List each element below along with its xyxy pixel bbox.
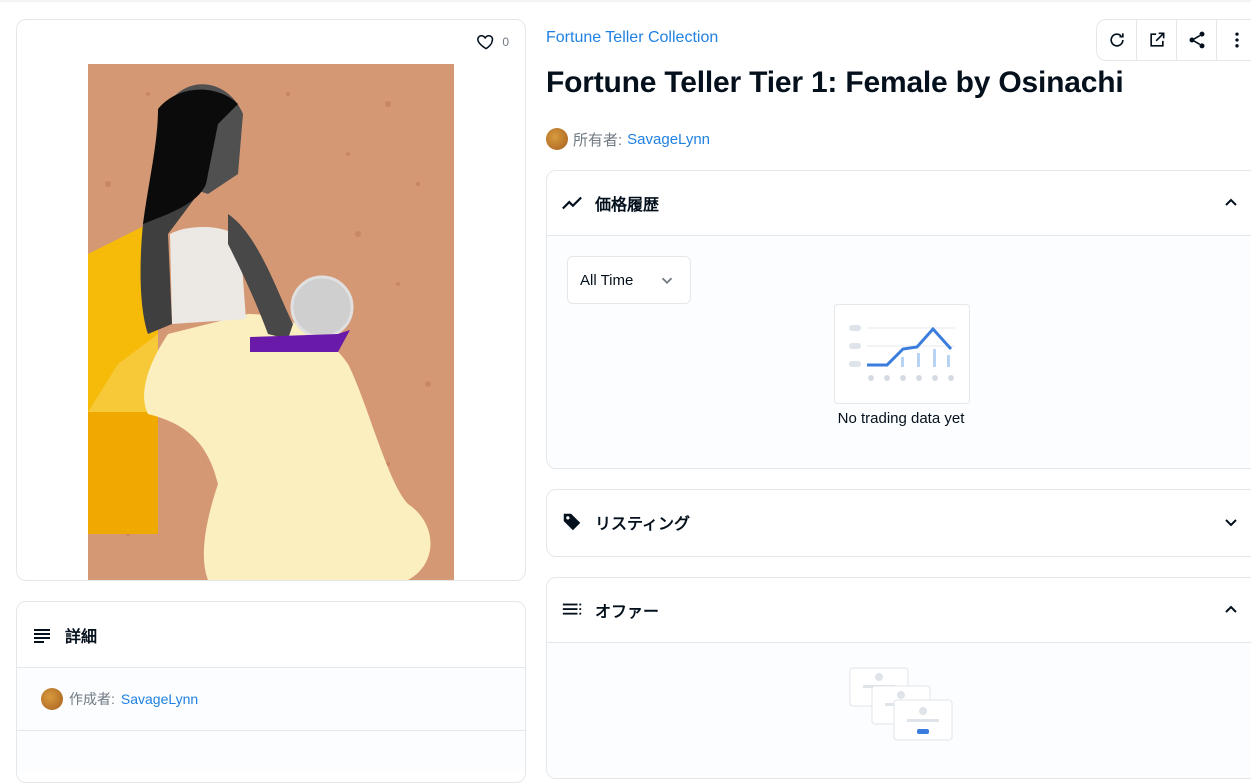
- price-history-title: 価格履歴: [595, 197, 660, 214]
- item-title: Fortune Teller Tier 1: Female by Osinach…: [546, 66, 1124, 99]
- time-range-select[interactable]: All Time: [567, 256, 691, 304]
- owner-link[interactable]: SavageLynn: [627, 131, 710, 148]
- details-panel-title: 詳細: [65, 628, 98, 646]
- item-toolbar: [1096, 19, 1251, 61]
- price-history-body: All Time No trading data yet: [547, 235, 1251, 468]
- price-history-header[interactable]: 価格履歴: [547, 171, 1251, 235]
- tag-icon: [563, 513, 581, 531]
- chevron-down-icon: [661, 277, 673, 284]
- offers-panel: オファー: [546, 577, 1251, 779]
- owner-label: 所有者:: [573, 131, 623, 149]
- open-external-button[interactable]: [1137, 20, 1177, 60]
- creator-row: 作成者: SavageLynn: [17, 668, 525, 731]
- offers-body: [547, 642, 1251, 778]
- chevron-up-icon: [1225, 198, 1237, 206]
- refresh-button[interactable]: [1097, 20, 1137, 60]
- offers-header[interactable]: オファー: [547, 578, 1251, 642]
- collection-link[interactable]: Fortune Teller Collection: [546, 29, 718, 47]
- details-more-row: [17, 731, 525, 771]
- price-history-panel: 価格履歴 All Time No trading data yet: [546, 170, 1251, 469]
- details-panel-header[interactable]: 詳細: [17, 602, 525, 668]
- offers-title: オファー: [595, 604, 660, 621]
- artwork-card: 0: [16, 19, 526, 581]
- details-panel: 詳細 作成者: SavageLynn: [16, 601, 526, 783]
- favorite-count: 0: [502, 35, 509, 49]
- refresh-icon: [1109, 33, 1124, 47]
- heart-icon: [477, 34, 494, 50]
- listings-panel: リスティング: [546, 489, 1251, 557]
- more-button[interactable]: [1217, 20, 1251, 60]
- more-vertical-icon: [1234, 32, 1239, 48]
- subject-icon: [34, 628, 50, 643]
- creator-avatar[interactable]: [41, 688, 63, 710]
- share-icon: [1189, 31, 1204, 49]
- list-icon: [562, 603, 582, 615]
- listings-header[interactable]: リスティング: [547, 490, 1251, 554]
- owner-avatar[interactable]: [546, 128, 568, 150]
- listings-title: リスティング: [595, 516, 691, 533]
- creator-link[interactable]: SavageLynn: [121, 691, 198, 707]
- time-range-value: All Time: [580, 271, 634, 289]
- chevron-down-icon: [1225, 519, 1237, 527]
- empty-chart-illustration: [834, 304, 970, 404]
- empty-offers-illustration: [849, 667, 953, 741]
- top-divider: [0, 0, 1251, 2]
- no-data-text: No trading data yet: [837, 410, 965, 427]
- external-link-icon: [1149, 32, 1164, 47]
- favorite-button[interactable]: 0: [476, 32, 509, 52]
- owner-row: 所有者: SavageLynn: [546, 128, 710, 150]
- share-button[interactable]: [1177, 20, 1217, 60]
- nft-artwork-image[interactable]: [88, 64, 454, 580]
- chevron-up-icon: [1225, 605, 1237, 613]
- creator-label: 作成者:: [69, 691, 115, 707]
- trending-icon: [562, 196, 582, 210]
